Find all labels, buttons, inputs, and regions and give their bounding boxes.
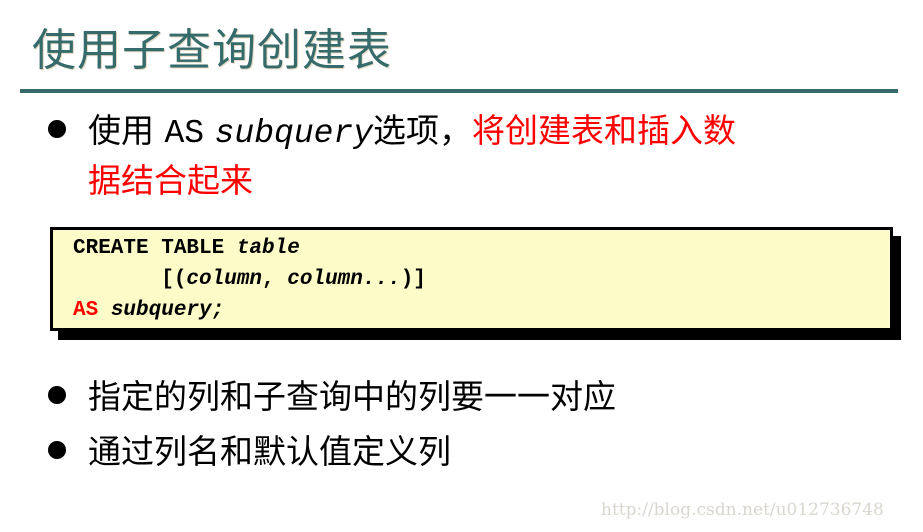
code-param-column-1: column [186,268,263,291]
bullet-1-highlight-1: 将创建表和插入数 [472,111,737,150]
code-keyword-create-table: CREATE TABLE [73,237,237,260]
code-line-1: CREATE TABLE table [73,237,300,260]
bullet-1-keyword: AS [164,115,205,152]
code-bracket-open: [( [73,268,187,291]
bullet-3-text: 通过列名和默认值定义列 [88,432,451,471]
bullet-icon [48,386,66,404]
code-separator: , [262,268,288,291]
bullet-icon [48,120,66,138]
code-param-subquery: subquery; [110,299,225,322]
code-box: CREATE TABLE table [(column, column...)]… [50,227,893,331]
bullet-2-text: 指定的列和子查询中的列要一一对应 [88,377,616,416]
bullet-1-line-1: 使用 AS subquery选项，将创建表和插入数 [88,104,736,152]
bullet-1-suffix: 选项， [373,111,473,150]
code-line-3: AS subquery; [73,299,224,322]
code-param-column-2: column... [287,268,401,291]
bullet-1-param: subquery [214,115,374,152]
title-divider [20,89,898,93]
slide-title: 使用子查询创建表 [32,25,392,76]
watermark: http://blog.csdn.net/u012736748 [601,500,884,520]
code-line-2: [(column, column...)] [73,268,426,291]
bullet-1-line-2: 据结合起来 [88,161,253,200]
code-bracket-close: )] [400,268,426,291]
code-keyword-as: AS [73,299,99,322]
code-param-table: table [236,237,300,260]
bullet-icon [48,441,66,459]
bullet-1-prefix: 使用 [88,111,154,150]
